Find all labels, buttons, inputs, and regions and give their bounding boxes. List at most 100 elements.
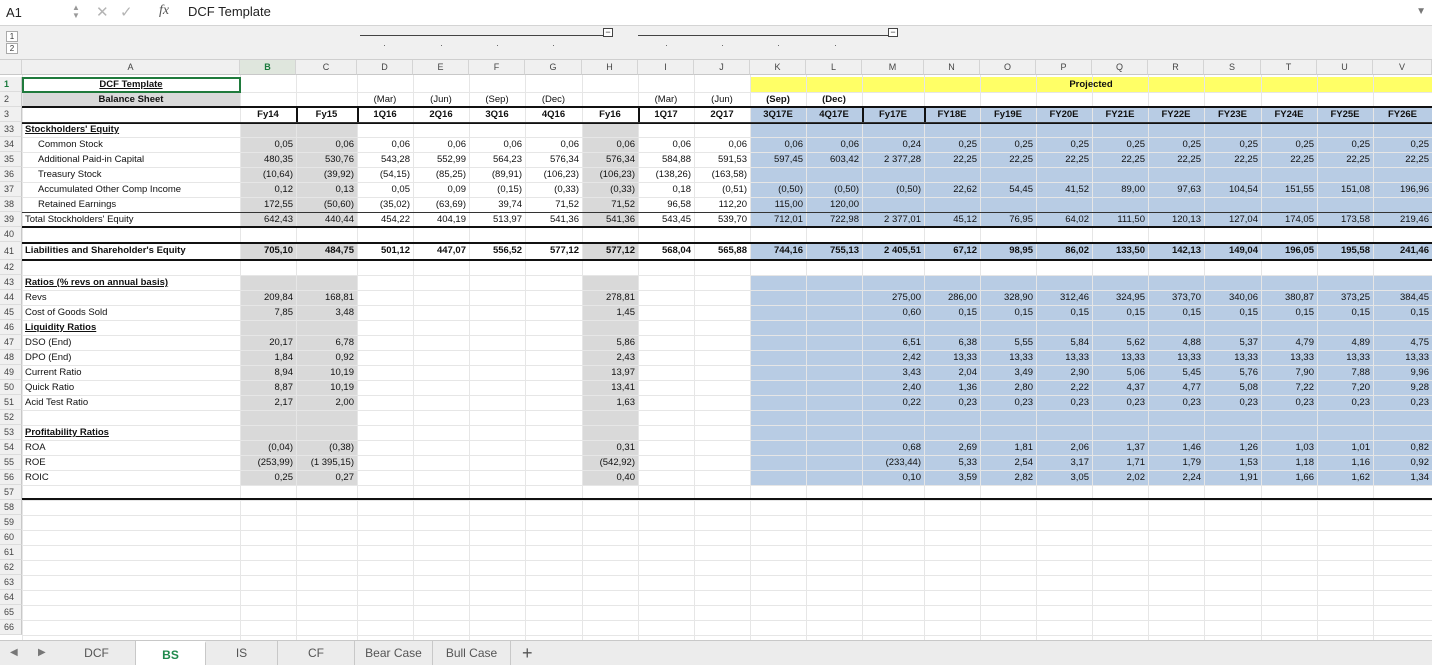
- value-cell[interactable]: 1,26: [1204, 440, 1261, 455]
- value-cell[interactable]: 552,99: [413, 152, 469, 167]
- row-label[interactable]: Accumulated Other Comp Income: [22, 182, 181, 197]
- formula-input[interactable]: DCF Template: [188, 4, 271, 19]
- period-label[interactable]: FY25E: [1317, 107, 1373, 122]
- value-cell[interactable]: (0,15): [469, 182, 525, 197]
- value-cell[interactable]: 67,12: [924, 242, 980, 260]
- value-cell[interactable]: (0,33): [525, 182, 582, 197]
- value-cell[interactable]: 541,36: [525, 212, 582, 227]
- row-header-3[interactable]: 3: [0, 107, 22, 122]
- row-label[interactable]: Profitability Ratios: [22, 425, 109, 440]
- value-cell[interactable]: 0,60: [862, 305, 924, 320]
- value-cell[interactable]: 5,33: [924, 455, 980, 470]
- value-cell[interactable]: 2,43: [582, 350, 638, 365]
- value-cell[interactable]: 744,16: [750, 242, 806, 260]
- value-cell[interactable]: 384,45: [1373, 290, 1432, 305]
- value-cell[interactable]: 10,19: [296, 380, 357, 395]
- value-cell[interactable]: 0,10: [862, 470, 924, 485]
- row-header-37[interactable]: 37: [0, 182, 22, 197]
- period-label[interactable]: Fy16: [582, 107, 638, 122]
- row-header-62[interactable]: 62: [0, 560, 22, 575]
- value-cell[interactable]: 6,78: [296, 335, 357, 350]
- value-cell[interactable]: 174,05: [1261, 212, 1317, 227]
- value-cell[interactable]: 4,79: [1261, 335, 1317, 350]
- value-cell[interactable]: 556,52: [469, 242, 525, 260]
- function-icon[interactable]: fx: [159, 3, 169, 19]
- value-cell[interactable]: 1,36: [924, 380, 980, 395]
- value-cell[interactable]: 195,58: [1317, 242, 1373, 260]
- value-cell[interactable]: 1,81: [980, 440, 1036, 455]
- period-label[interactable]: Fy19E: [980, 107, 1036, 122]
- value-cell[interactable]: 5,55: [980, 335, 1036, 350]
- value-cell[interactable]: 642,43: [240, 212, 296, 227]
- sheet-tab-cf[interactable]: CF: [278, 641, 355, 665]
- value-cell[interactable]: 0,23: [1373, 395, 1432, 410]
- row-header-54[interactable]: 54: [0, 440, 22, 455]
- value-cell[interactable]: 3,48: [296, 305, 357, 320]
- value-cell[interactable]: 1,62: [1317, 470, 1373, 485]
- value-cell[interactable]: 22,25: [1317, 152, 1373, 167]
- period-label[interactable]: FY23E: [1204, 107, 1261, 122]
- value-cell[interactable]: 2,90: [1036, 365, 1092, 380]
- column-header-U[interactable]: U: [1317, 60, 1373, 75]
- column-header-I[interactable]: I: [638, 60, 694, 75]
- value-cell[interactable]: 0,15: [1036, 305, 1092, 320]
- value-cell[interactable]: 568,04: [638, 242, 694, 260]
- value-cell[interactable]: 5,76: [1204, 365, 1261, 380]
- value-cell[interactable]: 275,00: [862, 290, 924, 305]
- value-cell[interactable]: 480,35: [240, 152, 296, 167]
- value-cell[interactable]: 5,37: [1204, 335, 1261, 350]
- value-cell[interactable]: 0,25: [240, 470, 296, 485]
- value-cell[interactable]: 0,27: [296, 470, 357, 485]
- value-cell[interactable]: 2,80: [980, 380, 1036, 395]
- period-label[interactable]: FY18E: [924, 107, 980, 122]
- period-label[interactable]: FY21E: [1092, 107, 1148, 122]
- value-cell[interactable]: (233,44): [862, 455, 924, 470]
- row-header-56[interactable]: 56: [0, 470, 22, 485]
- quarter-label[interactable]: (Sep): [469, 92, 525, 107]
- row-header-66[interactable]: 66: [0, 620, 22, 635]
- period-label[interactable]: Fy17E: [862, 107, 924, 122]
- value-cell[interactable]: 0,23: [1092, 395, 1148, 410]
- column-header-S[interactable]: S: [1204, 60, 1261, 75]
- value-cell[interactable]: 328,90: [980, 290, 1036, 305]
- value-cell[interactable]: 76,95: [980, 212, 1036, 227]
- value-cell[interactable]: 196,05: [1261, 242, 1317, 260]
- value-cell[interactable]: 13,33: [1148, 350, 1204, 365]
- column-header-B[interactable]: B: [240, 60, 296, 75]
- value-cell[interactable]: 10,19: [296, 365, 357, 380]
- value-cell[interactable]: 0,23: [1261, 395, 1317, 410]
- value-cell[interactable]: 219,46: [1373, 212, 1432, 227]
- period-label[interactable]: 1Q17: [638, 107, 694, 122]
- sheet-tab-is[interactable]: IS: [206, 641, 278, 665]
- quarter-label[interactable]: (Mar): [357, 92, 413, 107]
- period-label[interactable]: Fy15: [296, 107, 357, 122]
- add-sheet-button[interactable]: +: [522, 643, 533, 664]
- value-cell[interactable]: 2,54: [980, 455, 1036, 470]
- value-cell[interactable]: 1,16: [1317, 455, 1373, 470]
- column-header-N[interactable]: N: [924, 60, 980, 75]
- row-header-38[interactable]: 38: [0, 197, 22, 212]
- value-cell[interactable]: 4,75: [1373, 335, 1432, 350]
- value-cell[interactable]: 13,33: [1373, 350, 1432, 365]
- worksheet-grid[interactable]: A B C D E F G H I J K L M N O P Q R S T U V 1 2 3 33 34 35 36 37 38 39 4…: [0, 60, 1432, 640]
- column-header-T[interactable]: T: [1261, 60, 1317, 75]
- row-header-41[interactable]: 41: [0, 242, 22, 260]
- select-all-corner[interactable]: [0, 60, 22, 75]
- value-cell[interactable]: 151,08: [1317, 182, 1373, 197]
- value-cell[interactable]: 8,87: [240, 380, 296, 395]
- value-cell[interactable]: 2,06: [1036, 440, 1092, 455]
- value-cell[interactable]: 13,33: [980, 350, 1036, 365]
- row-label[interactable]: Retained Earnings: [22, 197, 116, 212]
- value-cell[interactable]: 7,85: [240, 305, 296, 320]
- row-header-60[interactable]: 60: [0, 530, 22, 545]
- value-cell[interactable]: 4,88: [1148, 335, 1204, 350]
- value-cell[interactable]: (253,99): [240, 455, 296, 470]
- value-cell[interactable]: 0,25: [1204, 137, 1261, 152]
- value-cell[interactable]: 1,66: [1261, 470, 1317, 485]
- value-cell[interactable]: 5,86: [582, 335, 638, 350]
- value-cell[interactable]: 1,84: [240, 350, 296, 365]
- value-cell[interactable]: 241,46: [1373, 242, 1432, 260]
- value-cell[interactable]: 0,22: [862, 395, 924, 410]
- sheet-tab-bull-case[interactable]: Bull Case: [433, 641, 511, 665]
- row-header-46[interactable]: 46: [0, 320, 22, 335]
